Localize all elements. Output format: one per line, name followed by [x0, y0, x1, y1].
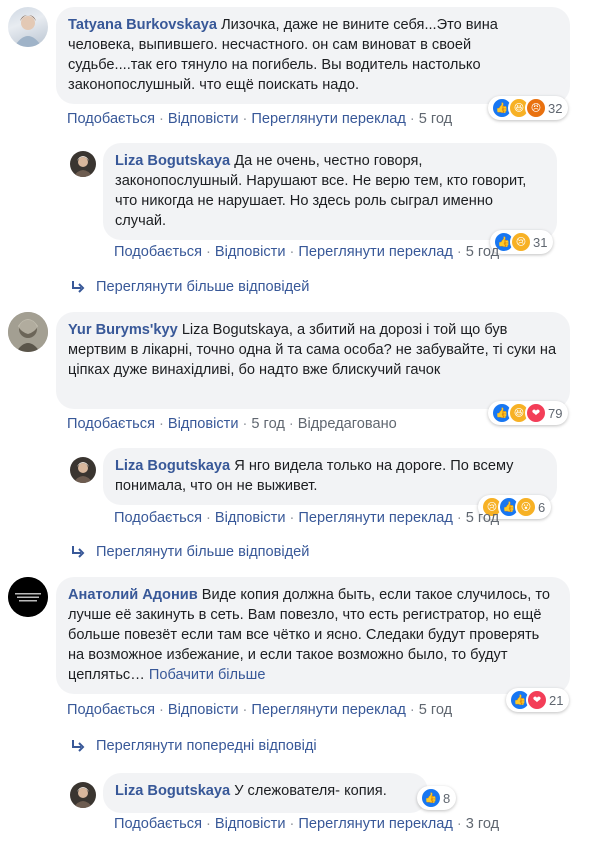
- reaction-count: 8: [443, 790, 451, 806]
- like-link[interactable]: Подобається: [114, 244, 202, 260]
- reply-author[interactable]: Liza Bogutskaya: [115, 153, 230, 169]
- timestamp[interactable]: 5 год: [419, 702, 452, 718]
- reply-text: У слежователя- копия.: [234, 783, 387, 799]
- reply-bubble: Liza Bogutskaya Да не очень, честно гово…: [103, 143, 557, 240]
- timestamp[interactable]: 3 год: [466, 816, 499, 832]
- reaction-summary[interactable]: 👍 8: [417, 786, 457, 810]
- reply-actions: Подобається · Відповісти · Переглянути перек…: [114, 510, 500, 526]
- reaction-summary[interactable]: 👍 ❤ 21: [506, 688, 570, 712]
- avatar[interactable]: [70, 782, 96, 808]
- reaction-count: 79: [548, 405, 563, 421]
- edited-label[interactable]: Відредаговано: [298, 416, 397, 432]
- reaction-count: 6: [538, 499, 546, 515]
- like-link[interactable]: Подобається: [67, 111, 155, 127]
- like-link[interactable]: Подобається: [67, 416, 155, 432]
- timestamp[interactable]: 5 год: [419, 111, 452, 127]
- comment-author[interactable]: Yur Buryms'kyy: [68, 322, 178, 338]
- timestamp[interactable]: 5 год: [466, 244, 499, 260]
- view-more-replies[interactable]: Переглянути більше відповідей: [70, 544, 309, 560]
- reply-bubble: Liza Bogutskaya У слежователя- копия.: [103, 773, 428, 813]
- reaction-count: 31: [533, 234, 548, 250]
- reply-author[interactable]: Liza Bogutskaya: [115, 783, 230, 799]
- translate-link[interactable]: Переглянути переклад: [251, 111, 405, 127]
- reaction-count: 21: [549, 692, 564, 708]
- reply-link[interactable]: Відповісти: [215, 816, 286, 832]
- sad-reaction-icon: 😢: [510, 231, 532, 253]
- see-more-link[interactable]: Побачити більше: [149, 667, 266, 683]
- like-link[interactable]: Подобається: [67, 702, 155, 718]
- like-link[interactable]: Подобається: [114, 510, 202, 526]
- view-more-replies[interactable]: Переглянути більше відповідей: [70, 279, 309, 295]
- timestamp[interactable]: 5 год: [466, 510, 499, 526]
- comment-bubble: Анатолий Адонив Виде копия должна быть, …: [56, 577, 570, 694]
- user-photo-icon: [8, 577, 48, 617]
- timestamp[interactable]: 5 год: [251, 416, 284, 432]
- user-photo-icon: [14, 15, 42, 47]
- view-more-replies-label[interactable]: Переглянути більше відповідей: [96, 544, 309, 560]
- reply-link[interactable]: Відповісти: [215, 510, 286, 526]
- comment-bubble: Yur Buryms'kyy Liza Bogutskaya, а збитий…: [56, 312, 570, 409]
- reply-arrow-icon: [72, 546, 85, 558]
- comment-actions: Подобається · Відповісти · 5 год · Відредагова…: [67, 416, 397, 432]
- avatar[interactable]: [70, 457, 96, 483]
- love-reaction-icon: ❤: [525, 402, 547, 424]
- avatar[interactable]: [8, 577, 48, 617]
- translate-link[interactable]: Переглянути переклад: [298, 816, 452, 832]
- reaction-count: 32: [548, 100, 563, 116]
- reply-actions: Подобається · Відповісти · Переглянути перек…: [114, 816, 500, 832]
- reply-link[interactable]: Відповісти: [168, 111, 239, 127]
- avatar[interactable]: [70, 151, 96, 177]
- love-reaction-icon: ❤: [526, 689, 548, 711]
- comment-author[interactable]: Анатолий Адонив: [68, 587, 198, 603]
- view-more-replies-label[interactable]: Переглянути більше відповідей: [96, 279, 309, 295]
- reply-arrow-icon: [72, 281, 85, 293]
- like-reaction-icon: 👍: [420, 787, 442, 809]
- translate-link[interactable]: Переглянути переклад: [298, 510, 452, 526]
- reaction-summary[interactable]: 👍 😢 31: [490, 230, 554, 254]
- user-photo-icon: [73, 462, 93, 483]
- view-previous-replies[interactable]: Переглянути попередні відповіді: [70, 738, 317, 754]
- avatar[interactable]: [8, 312, 48, 352]
- reply-link[interactable]: Відповісти: [215, 244, 286, 260]
- view-previous-replies-label[interactable]: Переглянути попередні відповіді: [96, 738, 317, 754]
- angry-reaction-icon: 😠: [525, 97, 547, 119]
- comment-author[interactable]: Tatyana Burkovskaya: [68, 17, 217, 33]
- comment-bubble: Tatyana Burkovskaya Лизочка, даже не вин…: [56, 7, 570, 104]
- reply-actions: Подобається · Відповісти · Переглянути перек…: [114, 244, 500, 260]
- translate-link[interactable]: Переглянути переклад: [298, 244, 452, 260]
- wow-reaction-icon: 😮: [515, 496, 537, 518]
- user-photo-icon: [8, 312, 48, 352]
- comment-actions: Подобається · Відповісти · Переглянути перек…: [67, 111, 453, 127]
- user-photo-icon: [73, 156, 93, 177]
- reply-arrow-icon: [72, 740, 85, 752]
- reaction-summary[interactable]: 👍 😆 ❤ 79: [488, 401, 569, 425]
- reaction-summary[interactable]: 👍 😆 😠 32: [488, 96, 569, 120]
- user-photo-icon: [73, 787, 93, 808]
- avatar[interactable]: [8, 7, 48, 47]
- reply-link[interactable]: Відповісти: [168, 702, 239, 718]
- reply-author[interactable]: Liza Bogutskaya: [115, 458, 230, 474]
- comment-actions: Подобається · Відповісти · Переглянути перек…: [67, 702, 453, 718]
- like-link[interactable]: Подобається: [114, 816, 202, 832]
- reply-link[interactable]: Відповісти: [168, 416, 239, 432]
- translate-link[interactable]: Переглянути переклад: [251, 702, 405, 718]
